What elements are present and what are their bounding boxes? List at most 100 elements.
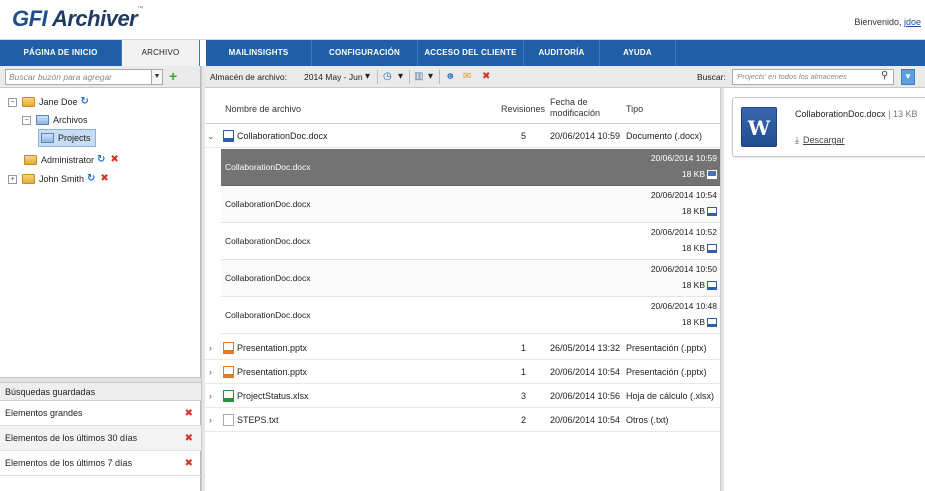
version-date: 20/06/2014 10:59 (650, 153, 717, 163)
revisions-cell: 3 (521, 391, 527, 401)
search-icon[interactable]: ⚲ (881, 70, 888, 81)
mailbox-search-input[interactable]: Buscar buzón para agregar (5, 69, 163, 85)
delete-search-icon[interactable]: ✖ (185, 451, 193, 476)
type-cell: Presentación (.pptx) (626, 367, 707, 377)
expand-chevron-icon[interactable]: › (209, 384, 212, 408)
excel-file-icon (223, 389, 234, 402)
version-row[interactable]: CollaborationDoc.docx 20/06/2014 10:50 1… (221, 260, 723, 297)
user-icon[interactable]: ☻ (445, 70, 456, 84)
file-name: Presentation.pptx (237, 343, 308, 353)
version-size-wrap: 18 KB (682, 317, 717, 328)
preview-panel: W CollaborationDoc.docx | 13 KB ⤓ Descarg… (724, 88, 925, 491)
preview-title: CollaborationDoc.docx | 13 KB (795, 109, 917, 119)
mailbox-dropdown-button[interactable]: ▼ (151, 69, 163, 85)
version-row[interactable]: CollaborationDoc.docx 20/06/2014 10:59 1… (221, 149, 723, 186)
search-options-dropdown[interactable]: ▼ (901, 69, 915, 85)
selected-node[interactable]: Projects (38, 129, 96, 147)
tree-node-archivos[interactable]: − Archivos (22, 112, 88, 128)
collapse-icon[interactable]: − (22, 115, 31, 125)
version-size: 18 KB (681, 243, 705, 253)
word-file-icon[interactable] (707, 207, 717, 217)
tab-help[interactable]: Ayuda (600, 40, 676, 66)
file-row[interactable]: › Presentation.pptx 1 26/05/2014 13:32 P… (205, 336, 723, 360)
version-date: 20/06/2014 10:50 (650, 264, 717, 274)
archive-search-input[interactable]: 'Projects' en todos los almacenes (732, 69, 894, 85)
tree-node-jane-doe[interactable]: − Jane Doe ↻ (8, 94, 89, 110)
word-document-icon: W (741, 107, 777, 147)
word-file-icon[interactable] (707, 318, 717, 328)
saved-search-item[interactable]: Elementos de los últimos 30 días ✖ (0, 426, 201, 451)
mailbox-folder-icon (22, 97, 35, 107)
refresh-icon[interactable]: ↻ (97, 152, 105, 168)
tab-home[interactable]: Página de inicio (0, 40, 122, 66)
file-name-cell: Presentation.pptx (223, 336, 307, 360)
mailbox-icon[interactable]: ✉ (463, 70, 471, 84)
word-file-icon[interactable] (707, 170, 717, 180)
column-type[interactable]: Tipo (626, 104, 643, 114)
file-row[interactable]: › ProjectStatus.xlsx 3 20/06/2014 10:56 … (205, 384, 723, 408)
remove-icon[interactable]: ✖ (100, 171, 108, 187)
file-grid-header: Nombre de archivo Revisiones Fecha de mo… (205, 92, 723, 124)
column-name[interactable]: Nombre de archivo (225, 104, 301, 114)
collapse-chevron-icon[interactable]: ⌄ (207, 124, 215, 148)
tab-configuration[interactable]: Configuración (312, 40, 418, 66)
expand-chevron-icon[interactable]: › (209, 360, 212, 384)
type-cell: Hoja de cálculo (.xlsx) (626, 391, 715, 401)
logo-brand: GFI (12, 6, 48, 31)
store-select[interactable]: 2014 May - Jun (304, 72, 363, 82)
revisions-cell: 5 (521, 131, 527, 141)
revisions-cell: 2 (521, 415, 527, 425)
clock-icon[interactable]: ◷ (383, 70, 392, 84)
expand-chevron-icon[interactable]: › (209, 336, 212, 360)
download-link[interactable]: ⤓ Descargar (795, 135, 845, 146)
tab-client-access[interactable]: Acceso del cliente (418, 40, 524, 66)
delete-search-icon[interactable]: ✖ (185, 401, 193, 426)
column-modified[interactable]: Fecha de modificación (550, 97, 620, 119)
version-row[interactable]: CollaborationDoc.docx 20/06/2014 10:48 1… (221, 297, 723, 334)
column-revisions[interactable]: Revisiones (501, 104, 545, 114)
delete-icon[interactable]: ✖ (482, 70, 490, 84)
refresh-icon[interactable]: ↻ (81, 94, 89, 110)
tree-node-projects[interactable]: Projects (38, 129, 96, 147)
expand-chevron-icon[interactable]: › (209, 408, 212, 432)
version-name: CollaborationDoc.docx (225, 236, 311, 246)
revisions-cell: 1 (521, 343, 527, 353)
clock-dropdown-icon[interactable]: ▾ (398, 70, 403, 84)
file-row[interactable]: › Presentation.pptx 1 20/06/2014 10:54 P… (205, 360, 723, 384)
word-file-icon[interactable] (707, 244, 717, 254)
tree-label: Jane Doe (39, 97, 78, 107)
version-size: 18 KB (681, 280, 705, 290)
remove-icon[interactable]: ✖ (110, 152, 118, 168)
columns-icon[interactable]: ▥ (414, 70, 423, 84)
toolbar-separator (439, 70, 440, 84)
file-name-cell: STEPS.txt (223, 408, 279, 432)
tree-node-john-smith[interactable]: + John Smith ↻ ✖ (8, 171, 109, 187)
delete-search-icon[interactable]: ✖ (185, 426, 193, 451)
version-row[interactable]: CollaborationDoc.docx 20/06/2014 10:54 1… (221, 186, 723, 223)
file-row[interactable]: ⌄ CollaborationDoc.docx 5 20/06/2014 10:… (205, 124, 723, 148)
file-name: Presentation.pptx (237, 367, 308, 377)
tree-node-administrator[interactable]: Administrator ↻ ✖ (24, 152, 119, 168)
saved-searches-header: Búsquedas guardadas (0, 383, 201, 401)
expand-icon[interactable]: + (8, 174, 17, 184)
add-mailbox-icon[interactable]: + (169, 69, 177, 83)
saved-search-item[interactable]: Elementos grandes ✖ (0, 401, 201, 426)
version-row[interactable]: CollaborationDoc.docx 20/06/2014 10:52 1… (221, 223, 723, 260)
columns-dropdown-icon[interactable]: ▾ (428, 70, 433, 84)
tab-archive[interactable]: Archivo (122, 40, 200, 66)
word-file-icon[interactable] (707, 281, 717, 291)
version-size-wrap: 18 KB (682, 206, 717, 217)
collapse-icon[interactable]: − (8, 97, 17, 107)
modified-cell: 26/05/2014 13:32 (550, 343, 621, 353)
modified-cell: 20/06/2014 10:56 (550, 391, 621, 401)
type-cell: Otros (.txt) (626, 415, 669, 425)
store-dropdown-icon[interactable]: ▾ (365, 70, 370, 84)
main-nav: Página de inicio Archivo MailInsights Co… (0, 40, 925, 66)
refresh-icon[interactable]: ↻ (87, 171, 95, 187)
tab-mailinsights[interactable]: MailInsights (206, 40, 312, 66)
user-link[interactable]: jdoe (904, 17, 921, 27)
saved-search-item[interactable]: Elementos de los últimos 7 días ✖ (0, 451, 201, 476)
file-name: STEPS.txt (237, 415, 279, 425)
file-row[interactable]: › STEPS.txt 2 20/06/2014 10:54 Otros (.t… (205, 408, 723, 432)
tab-audit[interactable]: Auditoría (524, 40, 600, 66)
